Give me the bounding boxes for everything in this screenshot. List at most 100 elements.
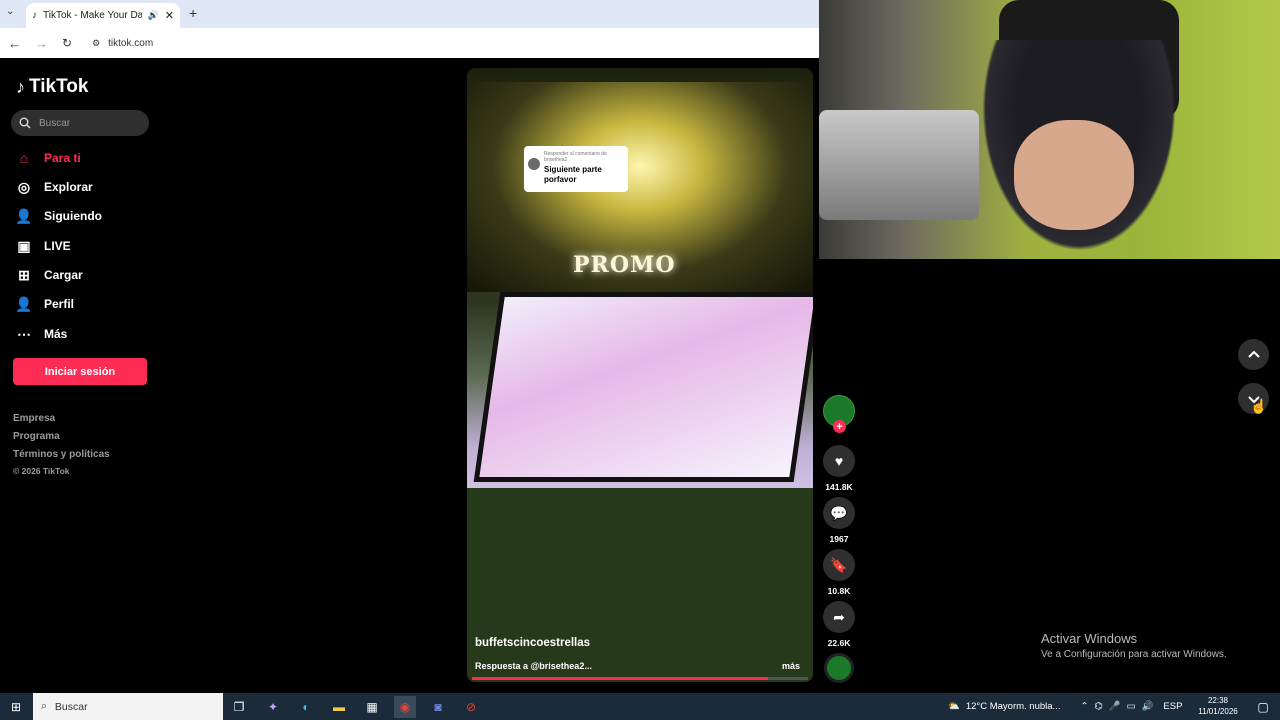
video-scene-floor [473, 292, 813, 482]
follow-plus-icon[interactable]: + [833, 420, 846, 433]
nav-label: Siguiendo [44, 209, 102, 223]
task-view-icon[interactable]: ❐ [228, 696, 250, 718]
reply-bubble-header: Responder al comentario de brisethea2 [544, 151, 607, 163]
file-explorer-icon[interactable]: ▬ [328, 696, 350, 718]
webcam-face [1014, 120, 1134, 230]
taskbar-clock[interactable]: 22:38 11/01/2026 [1196, 695, 1240, 717]
tab-list-icon[interactable]: ⌄ [6, 6, 14, 17]
back-icon[interactable]: ← [8, 36, 21, 51]
profile-icon: 👤 [15, 295, 33, 312]
taskbar-search-placeholder: Buscar [54, 700, 88, 713]
nav-item-siguiendo[interactable]: 👤 Siguiendo [15, 206, 102, 226]
heart-icon: ♥ [834, 453, 844, 469]
nav-label: Cargar [44, 268, 83, 282]
display-icon[interactable]: ▭ [1127, 701, 1136, 712]
reply-bubble-text: Siguiente parte porfavor [544, 165, 602, 184]
notifications-icon[interactable]: ▢ [1252, 696, 1274, 718]
activate-windows-subtitle: Ve a Configuración para activar Windows. [1041, 649, 1227, 660]
nav-item-live[interactable]: ▣ LIVE [16, 236, 71, 256]
video-progress-fill [472, 677, 768, 680]
following-icon: 👤 [15, 207, 33, 224]
search-icon: ⌕ [41, 700, 47, 712]
nav-item-perfil[interactable]: 👤 Perfil [15, 294, 75, 314]
new-tab-icon[interactable]: + [189, 5, 197, 21]
taskbar-search[interactable]: ⌕ Buscar [33, 693, 223, 720]
previous-video-button[interactable] [1238, 339, 1269, 370]
reload-icon[interactable]: ↻ [62, 36, 72, 50]
comment-icon: 💬 [830, 504, 848, 521]
nav-item-explorar[interactable]: ◎ Explorar [16, 177, 93, 197]
language-indicator[interactable]: ESP [1163, 701, 1182, 712]
system-tray: ⛅ 12°C Mayorm. nubla... ⌃ ⌬ 🎤 ▭ 🔊 ESP [948, 693, 1182, 720]
reply-comment-bubble: Responder al comentario de brisethea2 Si… [524, 146, 628, 192]
logo-text: TikTok [29, 76, 89, 97]
nav-label: Perfil [44, 297, 75, 311]
tab-title: TikTok - Make Your Day [43, 10, 142, 21]
footer-link-programa[interactable]: Programa [13, 431, 60, 442]
address-bar: ← → ↻ ⚙ tiktok.com [0, 28, 820, 58]
weather-text[interactable]: 12°C Mayorm. nubla... [966, 701, 1061, 712]
mouse-cursor-icon: ☝ [1250, 398, 1268, 414]
discord-icon[interactable]: ◙ [427, 696, 449, 718]
music-disc[interactable] [824, 653, 854, 683]
nav-item-para-ti[interactable]: ⌂ Para ti [16, 148, 81, 168]
nav-label: LIVE [44, 239, 71, 253]
speaker-icon[interactable]: 🔊 [148, 10, 159, 21]
webcam-overlay [819, 0, 1280, 259]
footer-link-empresa[interactable]: Empresa [13, 413, 55, 424]
footer-copyright: © 2026 TikTok [13, 466, 70, 476]
url-text: tiktok.com [108, 37, 154, 49]
more-icon: ⋯ [17, 325, 31, 342]
login-button[interactable]: Iniciar sesión [13, 358, 147, 385]
tiktok-favicon-icon: ♪ [32, 10, 37, 21]
footer-link-terminos[interactable]: Términos y políticas [13, 449, 110, 460]
video-scene-lawn [467, 488, 813, 682]
taskbar: ⊞ ⌕ Buscar ❐ ✦ ◐ ▬ ▦ ◉ ◙ ⊘ ⛅ 12°C Mayorm… [0, 693, 1280, 720]
comment-button[interactable]: 💬 [823, 497, 855, 529]
browser-tab[interactable]: ♪ TikTok - Make Your Day 🔊 ✕ [26, 3, 180, 28]
copilot-icon[interactable]: ✦ [262, 696, 284, 718]
url-field[interactable]: ⚙ tiktok.com [86, 32, 786, 54]
search-input[interactable]: Buscar [11, 110, 149, 136]
video-author[interactable]: buffetscincoestrellas [475, 637, 590, 649]
like-count: 141.8K [825, 482, 853, 492]
live-icon: ▣ [17, 237, 31, 254]
chrome-icon[interactable]: ◉ [394, 696, 416, 718]
video-progress-bar[interactable] [472, 677, 808, 680]
nav-label: Más [44, 327, 68, 341]
nav-item-cargar[interactable]: ⊞ Cargar [16, 265, 83, 285]
caption-more-link[interactable]: más [782, 661, 800, 671]
show-hidden-icons-icon[interactable]: ⌃ [1080, 701, 1088, 712]
site-info-icon[interactable]: ⚙ [92, 38, 100, 49]
save-button[interactable]: 🔖 [823, 549, 855, 581]
microphone-icon[interactable]: 🎤 [1109, 701, 1121, 712]
chevron-up-icon [1247, 350, 1260, 358]
recording-app-icon[interactable]: ⊘ [460, 696, 482, 718]
compass-icon: ◎ [17, 178, 31, 195]
comment-count: 1967 [829, 534, 849, 544]
nav-label: Para ti [44, 151, 81, 165]
bookmark-icon: 🔖 [830, 556, 848, 573]
commenter-avatar [528, 158, 540, 170]
sidebar: ♪ TikTok Buscar ⌂ Para ti ◎ Explorar 👤 S… [0, 58, 200, 693]
tiktok-logo[interactable]: ♪ TikTok [16, 76, 88, 98]
nav-label: Explorar [44, 180, 93, 194]
share-button[interactable]: ➦ [823, 601, 855, 633]
like-button[interactable]: ♥ [823, 445, 855, 477]
store-icon[interactable]: ▦ [361, 696, 383, 718]
upload-icon: ⊞ [18, 266, 30, 283]
save-count: 10.8K [827, 586, 851, 596]
promo-sign: PROMO [573, 252, 676, 278]
close-tab-icon[interactable]: ✕ [165, 9, 174, 22]
network-icon[interactable]: ⌬ [1094, 701, 1102, 712]
windows-start-icon[interactable]: ⊞ [5, 696, 27, 718]
webcam-bed [819, 110, 979, 220]
edge-icon[interactable]: ◐ [295, 696, 317, 718]
share-icon: ➦ [833, 608, 845, 625]
nav-item-mas[interactable]: ⋯ Más [16, 324, 67, 344]
volume-icon[interactable]: 🔊 [1142, 701, 1154, 712]
home-icon: ⌂ [19, 150, 29, 166]
tab-strip: ⌄ ♪ TikTok - Make Your Day 🔊 ✕ + [0, 0, 820, 28]
video-player[interactable]: PROMO Responder al comentario de briseth… [467, 68, 813, 682]
forward-icon[interactable]: → [35, 36, 48, 51]
